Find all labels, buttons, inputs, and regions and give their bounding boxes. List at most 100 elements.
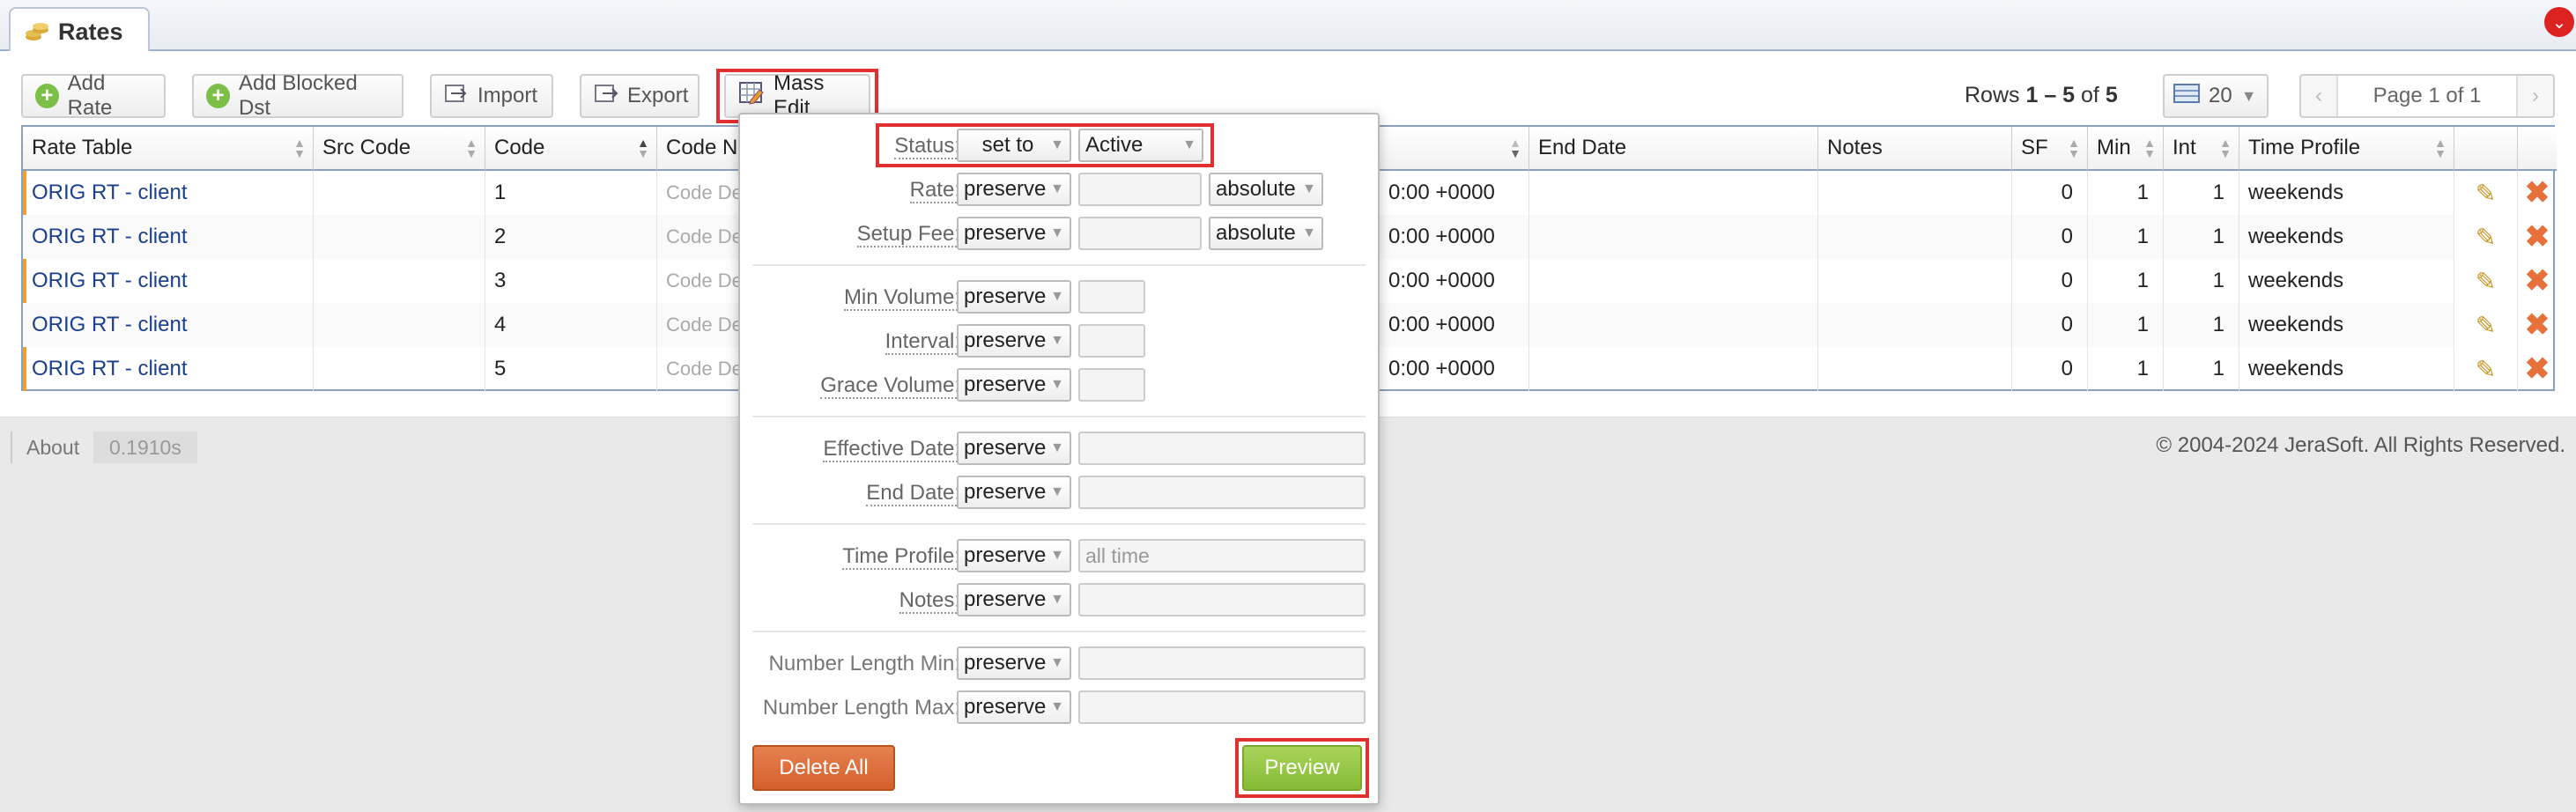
num-len-min-mode-select[interactable]: preserve ▼ [957,646,1071,680]
chevron-down-icon: ▼ [1050,655,1064,670]
num-len-max-mode-select[interactable]: preserve ▼ [957,690,1071,724]
next-page-button[interactable]: › [2518,84,2553,108]
delete-row-button[interactable]: ✖ [2518,303,2557,347]
edit-row-button[interactable]: ✎ [2454,347,2518,391]
grace-volume-mode-select[interactable]: preserve ▼ [957,368,1071,402]
cell-rate-table[interactable]: ORIG RT - client [23,215,314,259]
status-mode-value: set to [981,133,1034,157]
status-value: Active [1085,133,1144,157]
divider [752,264,1366,266]
cell-code: 4 [485,303,657,347]
header-label: Rate Table [32,136,133,159]
cell-min-text: 1 [2136,225,2149,248]
rate-type-select[interactable]: absolute ▼ [1209,173,1323,206]
status-mode-select[interactable]: set to ▼ [957,129,1071,162]
chevron-down-icon: ▼ [1302,225,1316,240]
cell-notes [1818,215,2012,259]
col-src-code[interactable]: Src Code ▲ ▼ [314,127,485,171]
setup-fee-type-value: absolute [1216,221,1296,245]
effective-date-mode-select[interactable]: preserve ▼ [957,432,1071,465]
end-date-input[interactable] [1078,476,1366,509]
preview-button[interactable]: Preview [1242,745,1362,791]
cell-rate-table[interactable]: ORIG RT - client [23,303,314,347]
cell-min: 1 [2088,259,2164,303]
num-len-max-input[interactable] [1078,690,1366,724]
min-volume-input[interactable] [1078,280,1145,314]
edit-row-button[interactable]: ✎ [2454,171,2518,215]
collapse-icon[interactable]: ⌄ [2544,7,2574,37]
status-value-select[interactable]: Active ▼ [1078,129,1203,162]
sort-icon: ▲ ▼ [293,136,306,160]
num-len-min-label: Number Length Min: [768,652,960,675]
import-icon [444,83,469,110]
edit-row-button[interactable]: ✎ [2454,303,2518,347]
setup-fee-mode-select[interactable]: preserve ▼ [957,217,1071,250]
setup-fee-input[interactable] [1078,217,1202,250]
cell-code: 2 [485,215,657,259]
sort-icon: ▲ ▼ [465,136,477,160]
delete-row-button[interactable]: ✖ [2518,171,2557,215]
interval-input[interactable] [1078,324,1145,358]
cell-int-text: 1 [2212,181,2224,204]
about-link[interactable]: About [11,432,93,463]
interval-mode-select[interactable]: preserve ▼ [957,324,1071,358]
prev-page-button[interactable]: ‹ [2301,84,2336,108]
delete-all-button[interactable]: Delete All [752,745,895,791]
delete-row-button[interactable]: ✖ [2518,215,2557,259]
time-profile-input[interactable]: all time [1078,539,1366,572]
delete-icon: ✖ [2524,220,2550,254]
cell-rate-table[interactable]: ORIG RT - client [23,347,314,391]
per-page-select[interactable]: 20 ▼ [2163,74,2269,118]
edit-row-button[interactable]: ✎ [2454,215,2518,259]
grace-volume-input[interactable] [1078,368,1145,402]
end-date-mode-select[interactable]: preserve ▼ [957,476,1071,509]
cell-code: 3 [485,259,657,303]
rate-input[interactable] [1078,173,1202,206]
effective-date-label: Effective Date: [823,437,960,462]
tab-rates[interactable]: Rates [9,7,150,55]
page-label[interactable]: Page 1 of 1 [2336,76,2518,116]
delete-row-button[interactable]: ✖ [2518,259,2557,303]
rate-mode-select[interactable]: preserve ▼ [957,173,1071,206]
import-label: Import [477,84,538,107]
setup-fee-type-select[interactable]: absolute ▼ [1209,217,1323,250]
notes-mode-value: preserve [964,587,1047,611]
cell-sf-text: 0 [2061,269,2073,292]
divider [752,416,1366,417]
cell-src-code [314,215,485,259]
col-code[interactable]: Code ▲ ▼ [485,127,657,171]
notes-mode-select[interactable]: preserve ▼ [957,583,1071,616]
cell-int-text: 1 [2212,357,2224,380]
sort-desc-icon: ▲ ▼ [1509,136,1521,160]
cell-rate-table-text: ORIG RT - client [32,357,188,380]
cell-rate-table[interactable]: ORIG RT - client [23,259,314,303]
import-button[interactable]: Import [430,74,553,118]
delete-icon: ✖ [2524,308,2550,342]
cell-rate-table[interactable]: ORIG RT - client [23,171,314,215]
col-min[interactable]: Min ▲ ▼ [2088,127,2164,171]
chevron-down-icon: ▼ [1050,592,1064,607]
export-button[interactable]: Export [580,74,700,118]
mass-edit-button[interactable]: Mass Edit [724,71,870,120]
add-blocked-dst-button[interactable]: + Add Blocked Dst [192,71,403,120]
col-int[interactable]: Int ▲ ▼ [2164,127,2239,171]
col-time-profile[interactable]: Time Profile ▲ ▼ [2239,127,2454,171]
num-len-min-input[interactable] [1078,646,1366,680]
cell-time-profile-text: weekends [2248,181,2344,204]
min-volume-mode-select[interactable]: preserve ▼ [957,280,1071,314]
effective-date-input[interactable] [1078,432,1366,465]
add-rate-button[interactable]: + Add Rate [21,71,166,120]
time-profile-mode-select[interactable]: preserve ▼ [957,539,1071,572]
num-len-max-label: Number Length Max: [762,696,960,720]
export-label: Export [627,84,689,107]
delete-icon: ✖ [2524,352,2550,386]
col-effective-date[interactable]: ▲ ▼ [1380,127,1529,171]
col-notes[interactable]: Notes [1818,127,2012,171]
col-end-date[interactable]: End Date [1529,127,1818,171]
col-sf[interactable]: SF ▲ ▼ [2012,127,2088,171]
cell-min: 1 [2088,171,2164,215]
delete-row-button[interactable]: ✖ [2518,347,2557,391]
col-rate-table[interactable]: Rate Table ▲ ▼ [23,127,314,171]
notes-input[interactable] [1078,583,1366,616]
edit-row-button[interactable]: ✎ [2454,259,2518,303]
